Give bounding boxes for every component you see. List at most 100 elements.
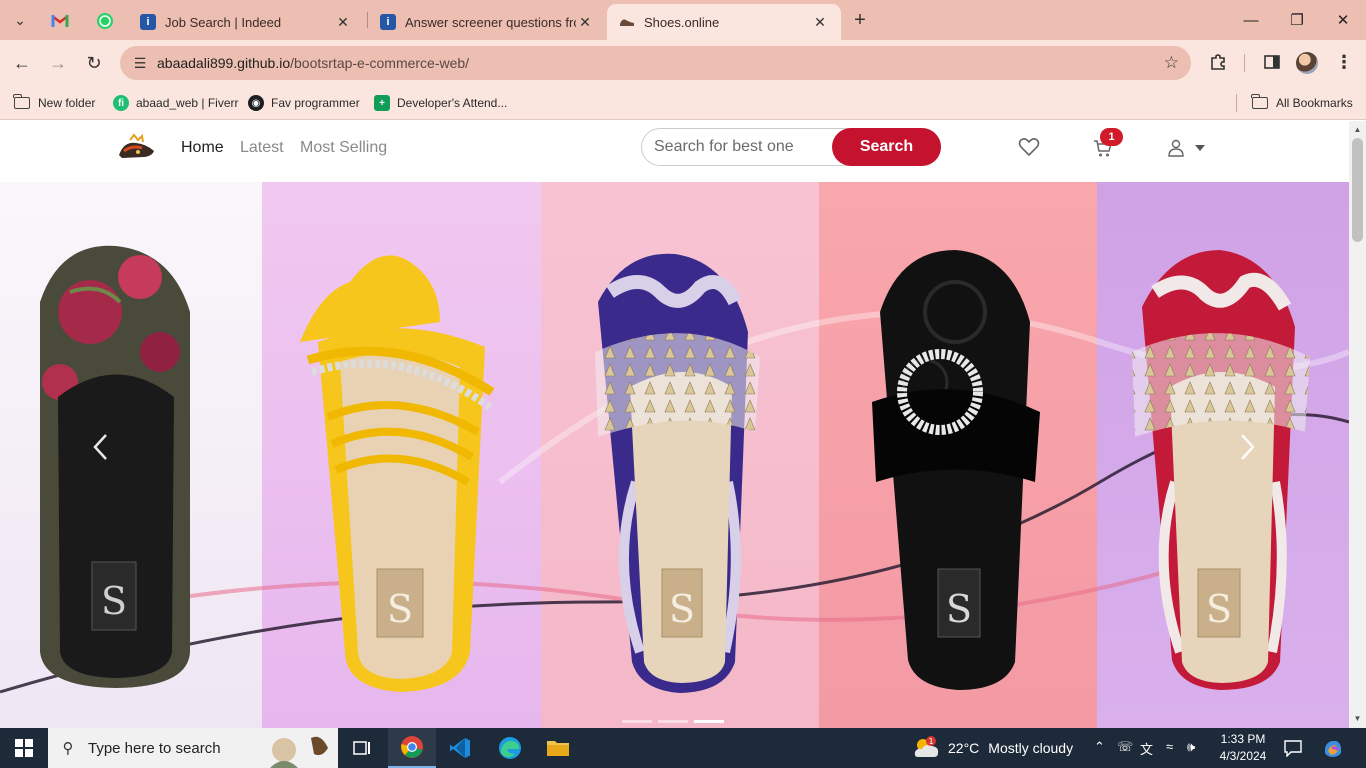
carousel-indicator-1[interactable]	[622, 720, 652, 723]
carousel-indicator-2[interactable]	[658, 720, 688, 723]
search-icon: ⚲	[62, 740, 74, 757]
tab-title: Shoes.online	[644, 14, 720, 30]
windows-taskbar: ⚲ Type here to search 1 22°C Mostly clou…	[0, 728, 1366, 768]
indeed-icon: i	[380, 14, 396, 30]
close-icon[interactable]: ✕	[576, 14, 594, 31]
brand-logo[interactable]	[116, 131, 158, 163]
weather-widget[interactable]: 1 22°C Mostly cloudy	[912, 728, 1073, 768]
clock-time: 1:33 PM	[1220, 732, 1266, 746]
nav-link-home[interactable]: Home	[181, 139, 224, 157]
pinned-tab-gmail[interactable]	[47, 8, 73, 34]
taskbar-edge[interactable]	[486, 728, 534, 768]
site-info-icon[interactable]: ☰	[123, 55, 157, 72]
edge-icon	[499, 737, 521, 759]
system-clock[interactable]: 1:33 PM 4/3/2024	[1210, 731, 1276, 765]
restore-button[interactable]: ❐	[1274, 0, 1320, 40]
arrow-right-icon: →	[49, 52, 67, 73]
wishlist-heart-icon[interactable]	[1018, 137, 1040, 157]
meet-now-icon[interactable]: ☏	[1117, 739, 1133, 755]
bookmark-fav-programmer[interactable]: ◉ Fav programmer	[248, 93, 360, 113]
taskbar-search[interactable]: ⚲ Type here to search	[48, 728, 338, 768]
browser-toolbar: ← → ↻ ☰ abaadali899.github.io/bootsrtap-…	[0, 40, 1366, 85]
back-button[interactable]: ←	[7, 48, 37, 78]
bookmark-star-icon[interactable]: ☆	[1164, 53, 1179, 73]
user-icon[interactable]	[1168, 139, 1184, 157]
search-input[interactable]	[654, 129, 834, 165]
minimize-button[interactable]: —	[1228, 0, 1274, 40]
all-bookmarks[interactable]: All Bookmarks	[1251, 93, 1353, 113]
product-purple-studded-slide: S	[595, 253, 760, 693]
indeed-icon: i	[140, 14, 156, 30]
chevron-left-icon	[93, 434, 107, 460]
carousel-next-button[interactable]	[1228, 422, 1268, 472]
tab-search-button[interactable]: ⌄	[6, 6, 34, 34]
search-form: Search	[641, 128, 941, 166]
forward-button[interactable]: →	[43, 48, 73, 78]
tab-job-search[interactable]: i Job Search | Indeed ✕	[128, 4, 364, 40]
side-panel-button[interactable]	[1260, 50, 1284, 74]
notification-icon	[1284, 740, 1302, 757]
start-button[interactable]	[0, 728, 48, 768]
bookmark-label: abaad_web | Fiverr	[136, 96, 239, 110]
new-tab-button[interactable]: +	[846, 6, 874, 34]
address-bar[interactable]: ☰ abaadali899.github.io/bootsrtap-e-comm…	[120, 46, 1191, 80]
arrow-left-icon: ←	[13, 52, 31, 73]
bookmark-developers-attend[interactable]: + Developer's Attend...	[374, 93, 507, 113]
search-button[interactable]: Search	[832, 128, 941, 166]
carousel-prev-button[interactable]	[80, 422, 120, 472]
bookmark-new-folder[interactable]: New folder	[13, 93, 95, 113]
taskbar-chrome[interactable]	[388, 728, 436, 768]
taskbar-search-placeholder: Type here to search	[88, 739, 221, 757]
taskbar-file-explorer[interactable]	[534, 728, 582, 768]
language-icon[interactable]: 文	[1140, 739, 1153, 758]
nav-link-latest[interactable]: Latest	[240, 139, 284, 157]
user-menu-caret-icon[interactable]	[1195, 145, 1205, 151]
notifications-button[interactable]	[1276, 728, 1310, 768]
copilot-button[interactable]	[1316, 728, 1350, 768]
browser-menu-button[interactable]: ⋮	[1332, 50, 1356, 74]
window-close-button[interactable]: ✕	[1320, 0, 1366, 40]
tray-overflow-chevron-icon[interactable]: ⌃	[1094, 739, 1105, 755]
folder-icon	[547, 741, 569, 756]
weather-temp: 22°C	[948, 740, 980, 756]
bookmark-fiverr[interactable]: fi abaad_web | Fiverr	[113, 93, 239, 113]
svg-text:1: 1	[928, 737, 933, 746]
svg-text:S: S	[669, 587, 695, 631]
side-panel-icon	[1264, 55, 1280, 69]
tab-title: Answer screener questions from	[405, 14, 576, 30]
close-icon[interactable]: ✕	[334, 14, 352, 31]
windows-logo-icon	[15, 739, 33, 757]
nav-link-most-selling[interactable]: Most Selling	[300, 139, 387, 157]
plus-icon: +	[854, 8, 866, 31]
task-view-button[interactable]	[338, 728, 386, 768]
carousel-indicators	[622, 720, 728, 724]
sheets-icon: +	[374, 95, 390, 111]
minimize-icon: —	[1243, 11, 1259, 29]
extensions-button[interactable]	[1206, 50, 1230, 74]
tab-shoes-online[interactable]: Shoes.online ✕	[607, 4, 841, 40]
reload-button[interactable]: ↻	[79, 48, 109, 78]
taskbar-vscode[interactable]	[436, 728, 484, 768]
scroll-up-icon[interactable]: ▲	[1349, 123, 1366, 137]
scrollbar-thumb[interactable]	[1352, 138, 1363, 242]
scroll-down-icon[interactable]: ▼	[1349, 712, 1366, 726]
profile-avatar[interactable]	[1296, 52, 1318, 74]
volume-icon[interactable]: 🕪	[1187, 739, 1195, 755]
tab-strip: ⌄ i Job Search | Indeed ✕ i Answer scree…	[0, 0, 1366, 40]
url-path: /bootsrtap-e-commerce-web/	[290, 55, 470, 71]
close-icon[interactable]: ✕	[811, 14, 829, 31]
reload-icon: ↻	[86, 52, 102, 73]
page-scrollbar[interactable]: ▲ ▼	[1349, 121, 1366, 728]
carousel-indicator-3[interactable]	[694, 720, 724, 723]
restore-icon: ❐	[1290, 12, 1304, 29]
tab-title: Job Search | Indeed	[165, 14, 282, 30]
svg-text:S: S	[1206, 587, 1232, 631]
puzzle-icon	[1211, 54, 1225, 70]
pinned-tab-whatsapp[interactable]	[92, 8, 118, 34]
product-black-ring-slide: S	[872, 250, 1040, 690]
task-view-icon	[353, 741, 370, 755]
chevron-down-icon: ⌄	[14, 11, 26, 28]
product-yellow-sandal: S	[300, 255, 495, 692]
wifi-icon[interactable]: ≈	[1166, 739, 1173, 754]
tab-answer-screener[interactable]: i Answer screener questions from ✕	[368, 4, 606, 40]
